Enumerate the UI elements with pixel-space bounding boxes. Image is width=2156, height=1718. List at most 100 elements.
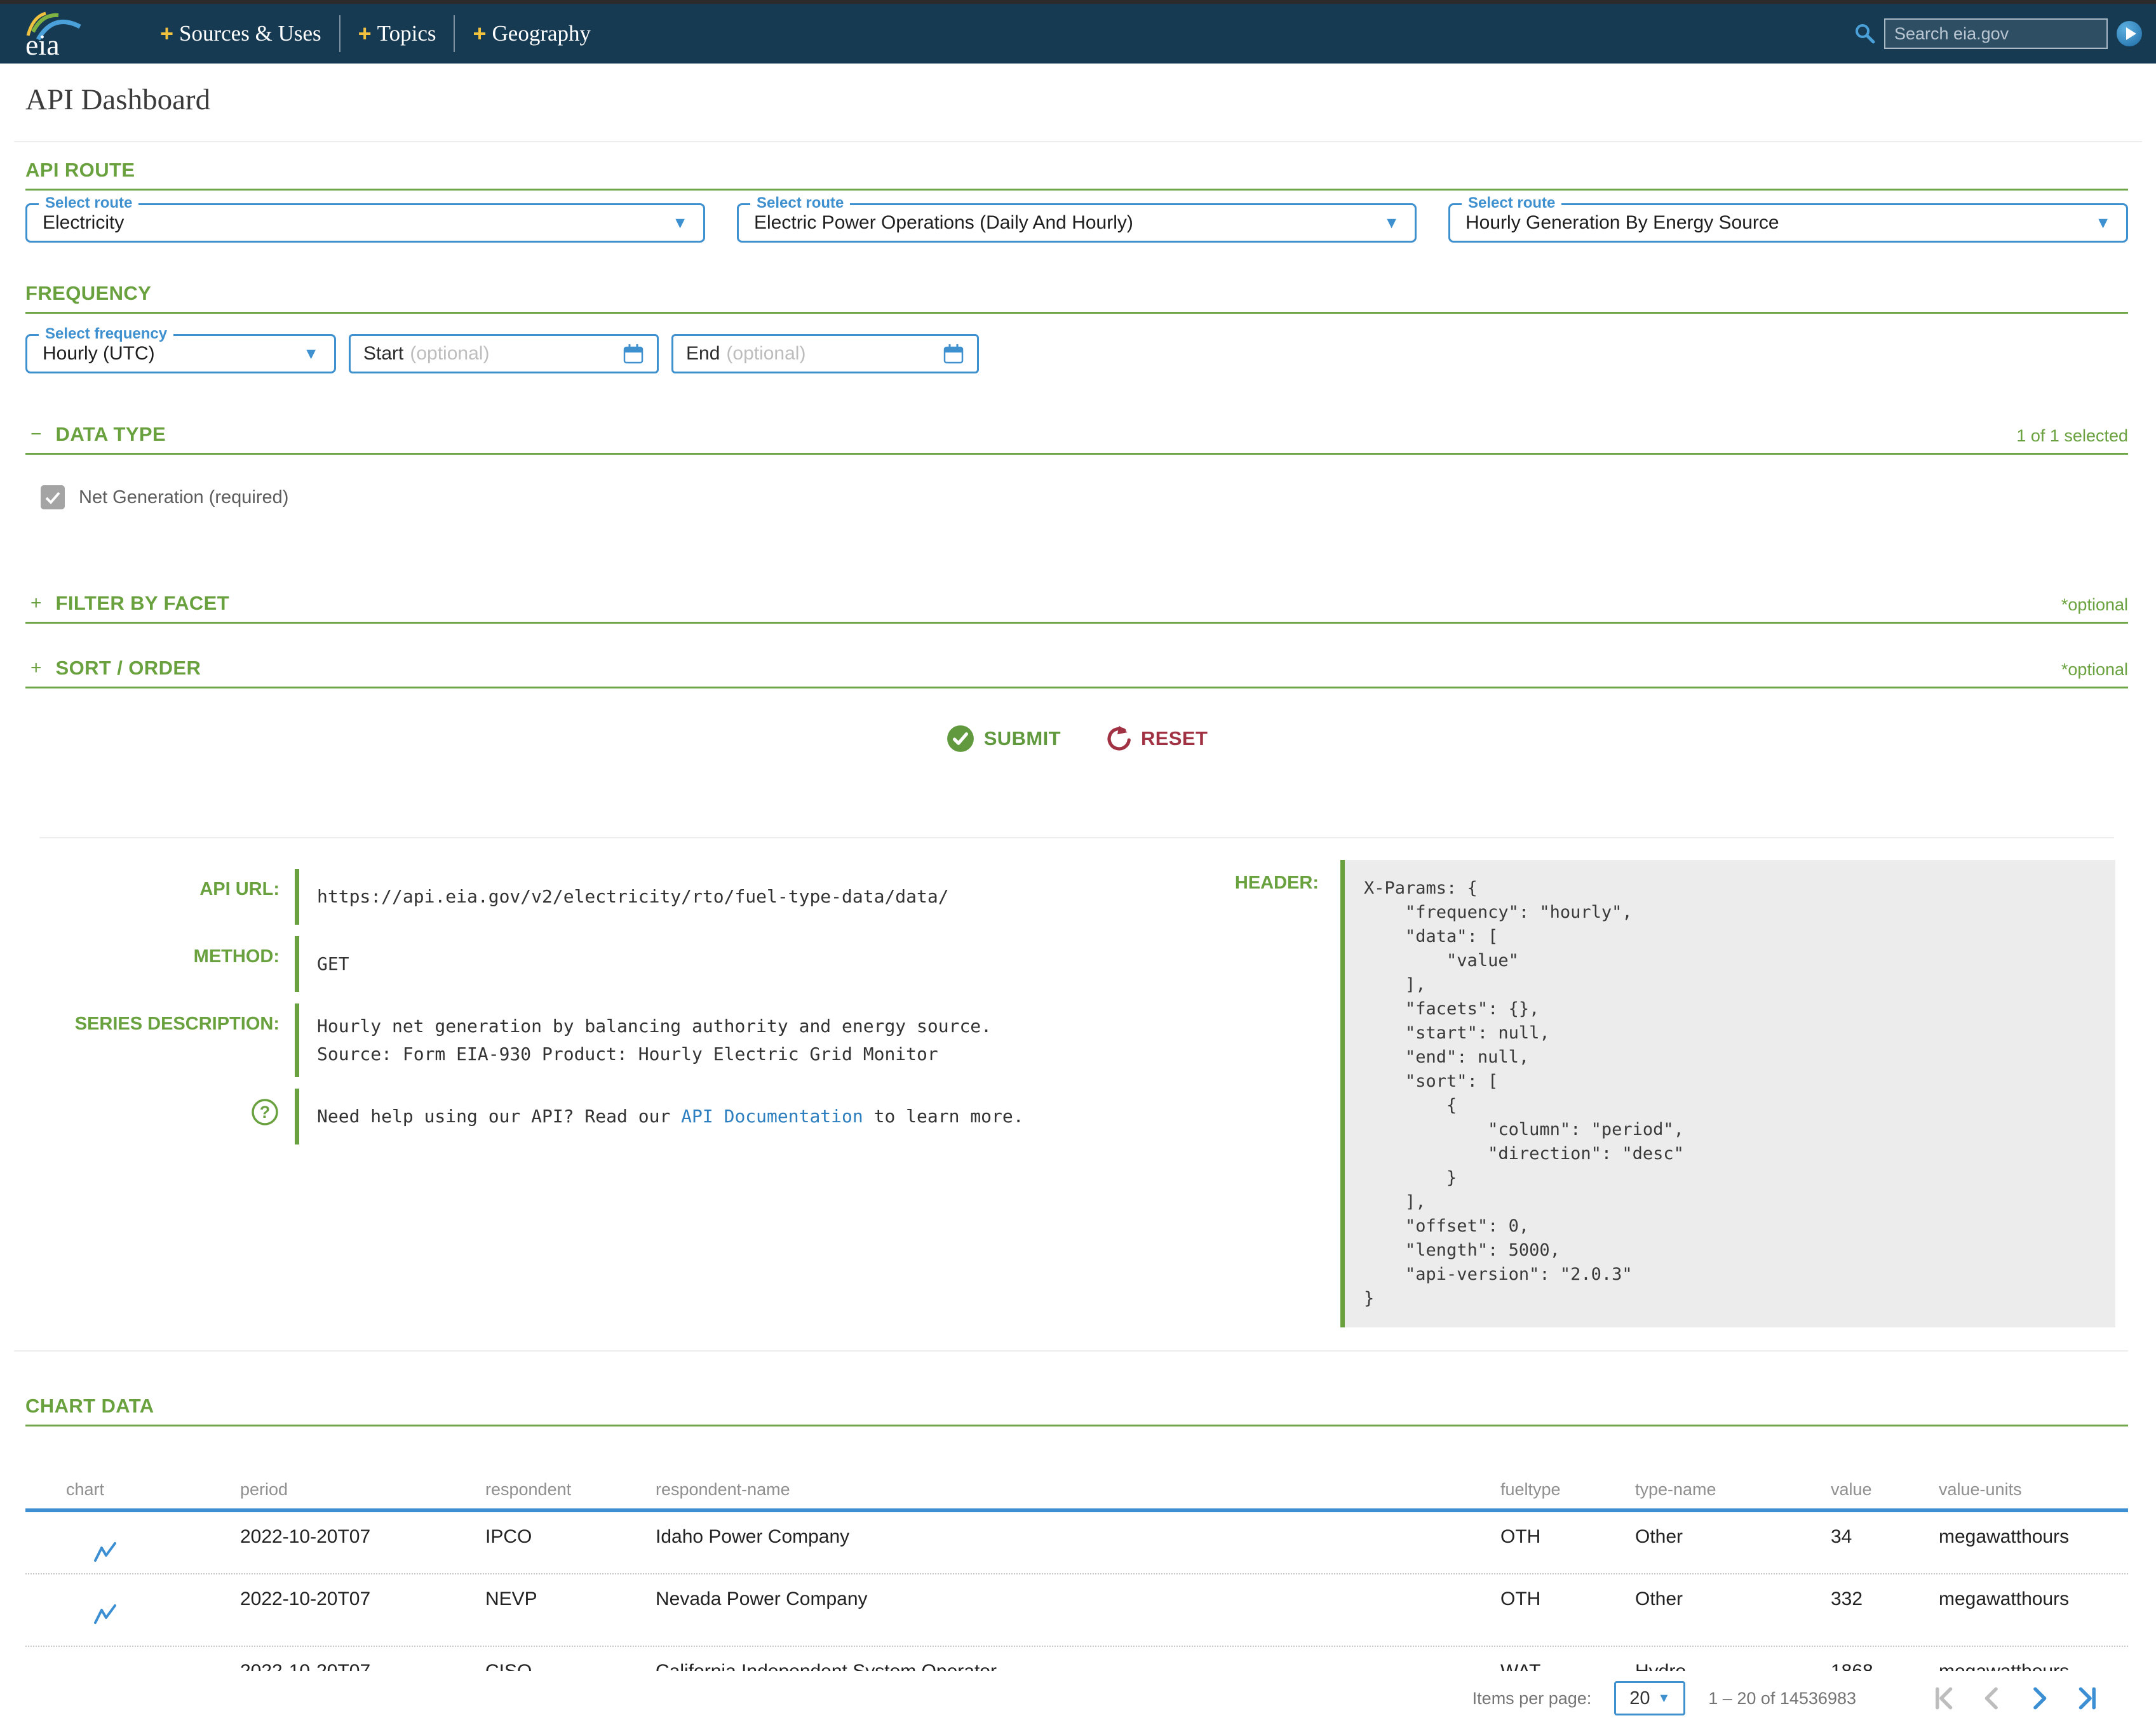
calendar-icon[interactable] [943,343,964,365]
select-value: Hourly Generation By Energy Source [1465,212,2087,234]
column-header[interactable]: respondent [485,1480,656,1500]
frequency-select[interactable]: Select frequency Hourly (UTC) ▼ [25,334,336,373]
api-route-heading: API ROUTE [25,159,2128,191]
series-description-row: SERIES DESCRIPTION: Hourly net generatio… [25,1003,1118,1077]
calendar-icon[interactable] [623,343,644,365]
header-label: HEADER: [1118,860,1334,894]
route-select-3[interactable]: Select route Hourly Generation By Energy… [1448,203,2128,243]
expand-icon[interactable]: + [30,657,42,679]
route-select-row: Select route Electricity ▼ Select route … [25,203,2128,243]
end-date-field[interactable]: End (optional) [671,334,979,373]
column-header[interactable]: fueltype [1500,1480,1635,1500]
selected-count: 1 of 1 selected [2016,426,2128,446]
route-select-2[interactable]: Select route Electric Power Operations (… [737,203,1417,243]
next-page-button[interactable] [2025,1684,2053,1712]
checkbox-checked-disabled[interactable] [41,485,65,509]
eia-logo[interactable]: eia [23,9,84,58]
last-page-icon [2072,1684,2100,1712]
method-value: GET [295,936,349,992]
cell-period: 2022-10-20T07 [240,1574,485,1646]
menu-item-geography[interactable]: + Geography [473,20,591,47]
items-per-page-select[interactable]: 20 ▼ [1614,1681,1685,1715]
filter-by-facet-heading[interactable]: + FILTER BY FACET *optional [25,592,2128,624]
optional-note: *optional [2061,660,2128,680]
section-title: API ROUTE [25,159,135,182]
line-chart-icon[interactable] [94,1604,117,1625]
last-page-button[interactable] [2072,1684,2100,1712]
plus-icon: + [358,20,372,47]
net-generation-option[interactable]: Net Generation (required) [41,485,2128,509]
items-per-page-value: 20 [1629,1688,1650,1709]
search-submit-button[interactable] [2117,21,2142,46]
header-params-json: X-Params: { "frequency": "hourly", "data… [1364,876,2096,1311]
route-select-1[interactable]: Select route Electricity ▼ [25,203,705,243]
start-date-field[interactable]: Start (optional) [349,334,659,373]
cell-value: 332 [1831,1574,1939,1646]
api-url-value: https://api.eia.gov/v2/electricity/rto/f… [295,869,949,925]
checkbox-label: Net Generation (required) [79,487,288,508]
column-header[interactable]: value [1831,1480,1939,1500]
section-title: CHART DATA [25,1395,154,1418]
svg-text:eia: eia [25,29,60,58]
cell-value-units: megawatthours [1939,1512,2128,1573]
help-row: ? Need help using our API? Read our API … [25,1089,1118,1144]
cell-fueltype: WAT [1500,1647,1635,1671]
first-page-button[interactable] [1931,1684,1959,1712]
reset-button[interactable]: RESET [1103,724,1208,753]
header-params-panel: X-Params: { "frequency": "hourly", "data… [1340,860,2115,1327]
section-title: DATA TYPE [56,423,166,446]
date-field-label: End [686,343,720,365]
next-page-icon [2025,1684,2053,1712]
column-header[interactable]: respondent-name [656,1480,1500,1500]
collapse-icon[interactable]: − [30,424,42,445]
divider [14,141,2142,142]
optional-note: *optional [2061,595,2128,615]
submit-button[interactable]: SUBMIT [946,724,1061,753]
table-row: 2022-10-20T07 CISO California Independen… [25,1647,2128,1671]
menu-divider [339,15,340,52]
search-icon [1854,22,1876,45]
select-label: Select route [1462,194,1561,212]
chevron-down-icon: ▼ [1658,1691,1671,1706]
first-page-icon [1931,1684,1959,1712]
cell-type-name: Other [1635,1574,1831,1646]
cell-respondent-name: California Independent System Operator [656,1647,1500,1671]
sort-order-heading[interactable]: + SORT / ORDER *optional [25,657,2128,688]
select-label: Select route [39,194,138,212]
method-label: METHOD: [25,936,280,992]
column-header[interactable]: period [240,1480,485,1500]
check-icon [41,486,64,509]
column-header[interactable]: chart [66,1480,240,1500]
cell-respondent: CISO [485,1647,656,1671]
table-header-row: chart period respondent respondent-name … [25,1480,2128,1512]
menu-item-label: Topics [377,21,436,46]
cell-value: 1868 [1831,1647,1939,1671]
table-row: 2022-10-20T07 IPCO Idaho Power Company O… [25,1512,2128,1574]
chart-data-heading: CHART DATA [25,1395,2128,1426]
search-input[interactable] [1884,18,2108,49]
series-description-value: Hourly net generation by balancing autho… [295,1003,992,1077]
table-body: 2022-10-20T07 IPCO Idaho Power Company O… [25,1512,2128,1671]
menu-divider [454,15,455,52]
select-value: Electricity [43,212,664,234]
pagination-bar: Items per page: 20 ▼ 1 – 20 of 14536983 [25,1679,2128,1718]
api-documentation-link[interactable]: API Documentation [681,1103,863,1131]
main-menu: + Sources & Uses + Topics + Geography [160,15,591,52]
column-header[interactable]: type-name [1635,1480,1831,1500]
plus-icon: + [160,20,173,47]
column-header[interactable]: value-units [1939,1480,2128,1500]
cell-value: 34 [1831,1512,1939,1573]
menu-item-sources-uses[interactable]: + Sources & Uses [160,20,321,47]
plus-icon: + [473,20,486,47]
line-chart-icon[interactable] [94,1541,117,1563]
expand-icon[interactable]: + [30,593,42,614]
previous-page-button[interactable] [1978,1684,2006,1712]
menu-item-topics[interactable]: + Topics [358,20,436,47]
cell-fueltype: OTH [1500,1512,1635,1573]
cell-respondent-name: Nevada Power Company [656,1574,1500,1646]
data-type-heading[interactable]: − DATA TYPE 1 of 1 selected [25,423,2128,455]
reset-arrow-icon [1103,724,1132,753]
submit-label: SUBMIT [984,727,1061,750]
cell-type-name: Hydro [1635,1647,1831,1671]
date-field-label: Start [363,343,403,365]
